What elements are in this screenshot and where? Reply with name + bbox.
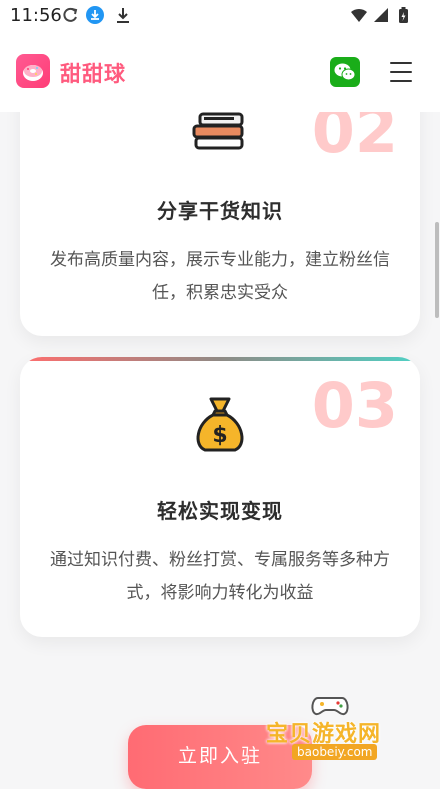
wifi-icon bbox=[351, 8, 367, 22]
battery-icon bbox=[399, 7, 408, 23]
card-number: 03 bbox=[311, 369, 398, 442]
hamburger-menu-icon[interactable] bbox=[390, 60, 414, 84]
card-description: 发布高质量内容，展示专业能力，建立粉丝信任，积累忠实受众 bbox=[50, 250, 390, 303]
card-description: 通过知识付费、粉丝打赏、专属服务等多种方式，将影响力转化为收益 bbox=[50, 550, 390, 603]
download-icon bbox=[117, 8, 129, 23]
app-header: 甜甜球 bbox=[0, 32, 440, 112]
svg-text:$: $ bbox=[212, 423, 227, 448]
sync-icon bbox=[63, 7, 78, 22]
watermark-url: baobeiy.com bbox=[292, 744, 378, 760]
download-badge-icon bbox=[86, 6, 104, 24]
scrollbar[interactable] bbox=[435, 222, 439, 318]
money-bag-icon: $ bbox=[191, 395, 249, 459]
feature-card-monetize: 03 $ 轻松实现变现 通过知识付费、粉丝打赏、专属服务等多种方式，将影响力转化… bbox=[20, 357, 420, 637]
donut-logo-icon[interactable] bbox=[16, 54, 50, 88]
status-time: 11:56 bbox=[10, 5, 62, 26]
card-accent-bar bbox=[20, 357, 420, 361]
wechat-icon[interactable] bbox=[330, 57, 360, 87]
gamepad-icon bbox=[311, 697, 349, 716]
watermark: 宝贝游戏网 baobeiy.com bbox=[262, 688, 412, 768]
card-title: 分享干货知识 bbox=[157, 199, 283, 223]
books-stack-icon bbox=[190, 110, 250, 160]
card-title: 轻松实现变现 bbox=[157, 499, 283, 523]
signal-icon bbox=[374, 8, 388, 22]
app-name[interactable]: 甜甜球 bbox=[60, 58, 126, 88]
status-bar: 11:56 bbox=[0, 0, 440, 32]
